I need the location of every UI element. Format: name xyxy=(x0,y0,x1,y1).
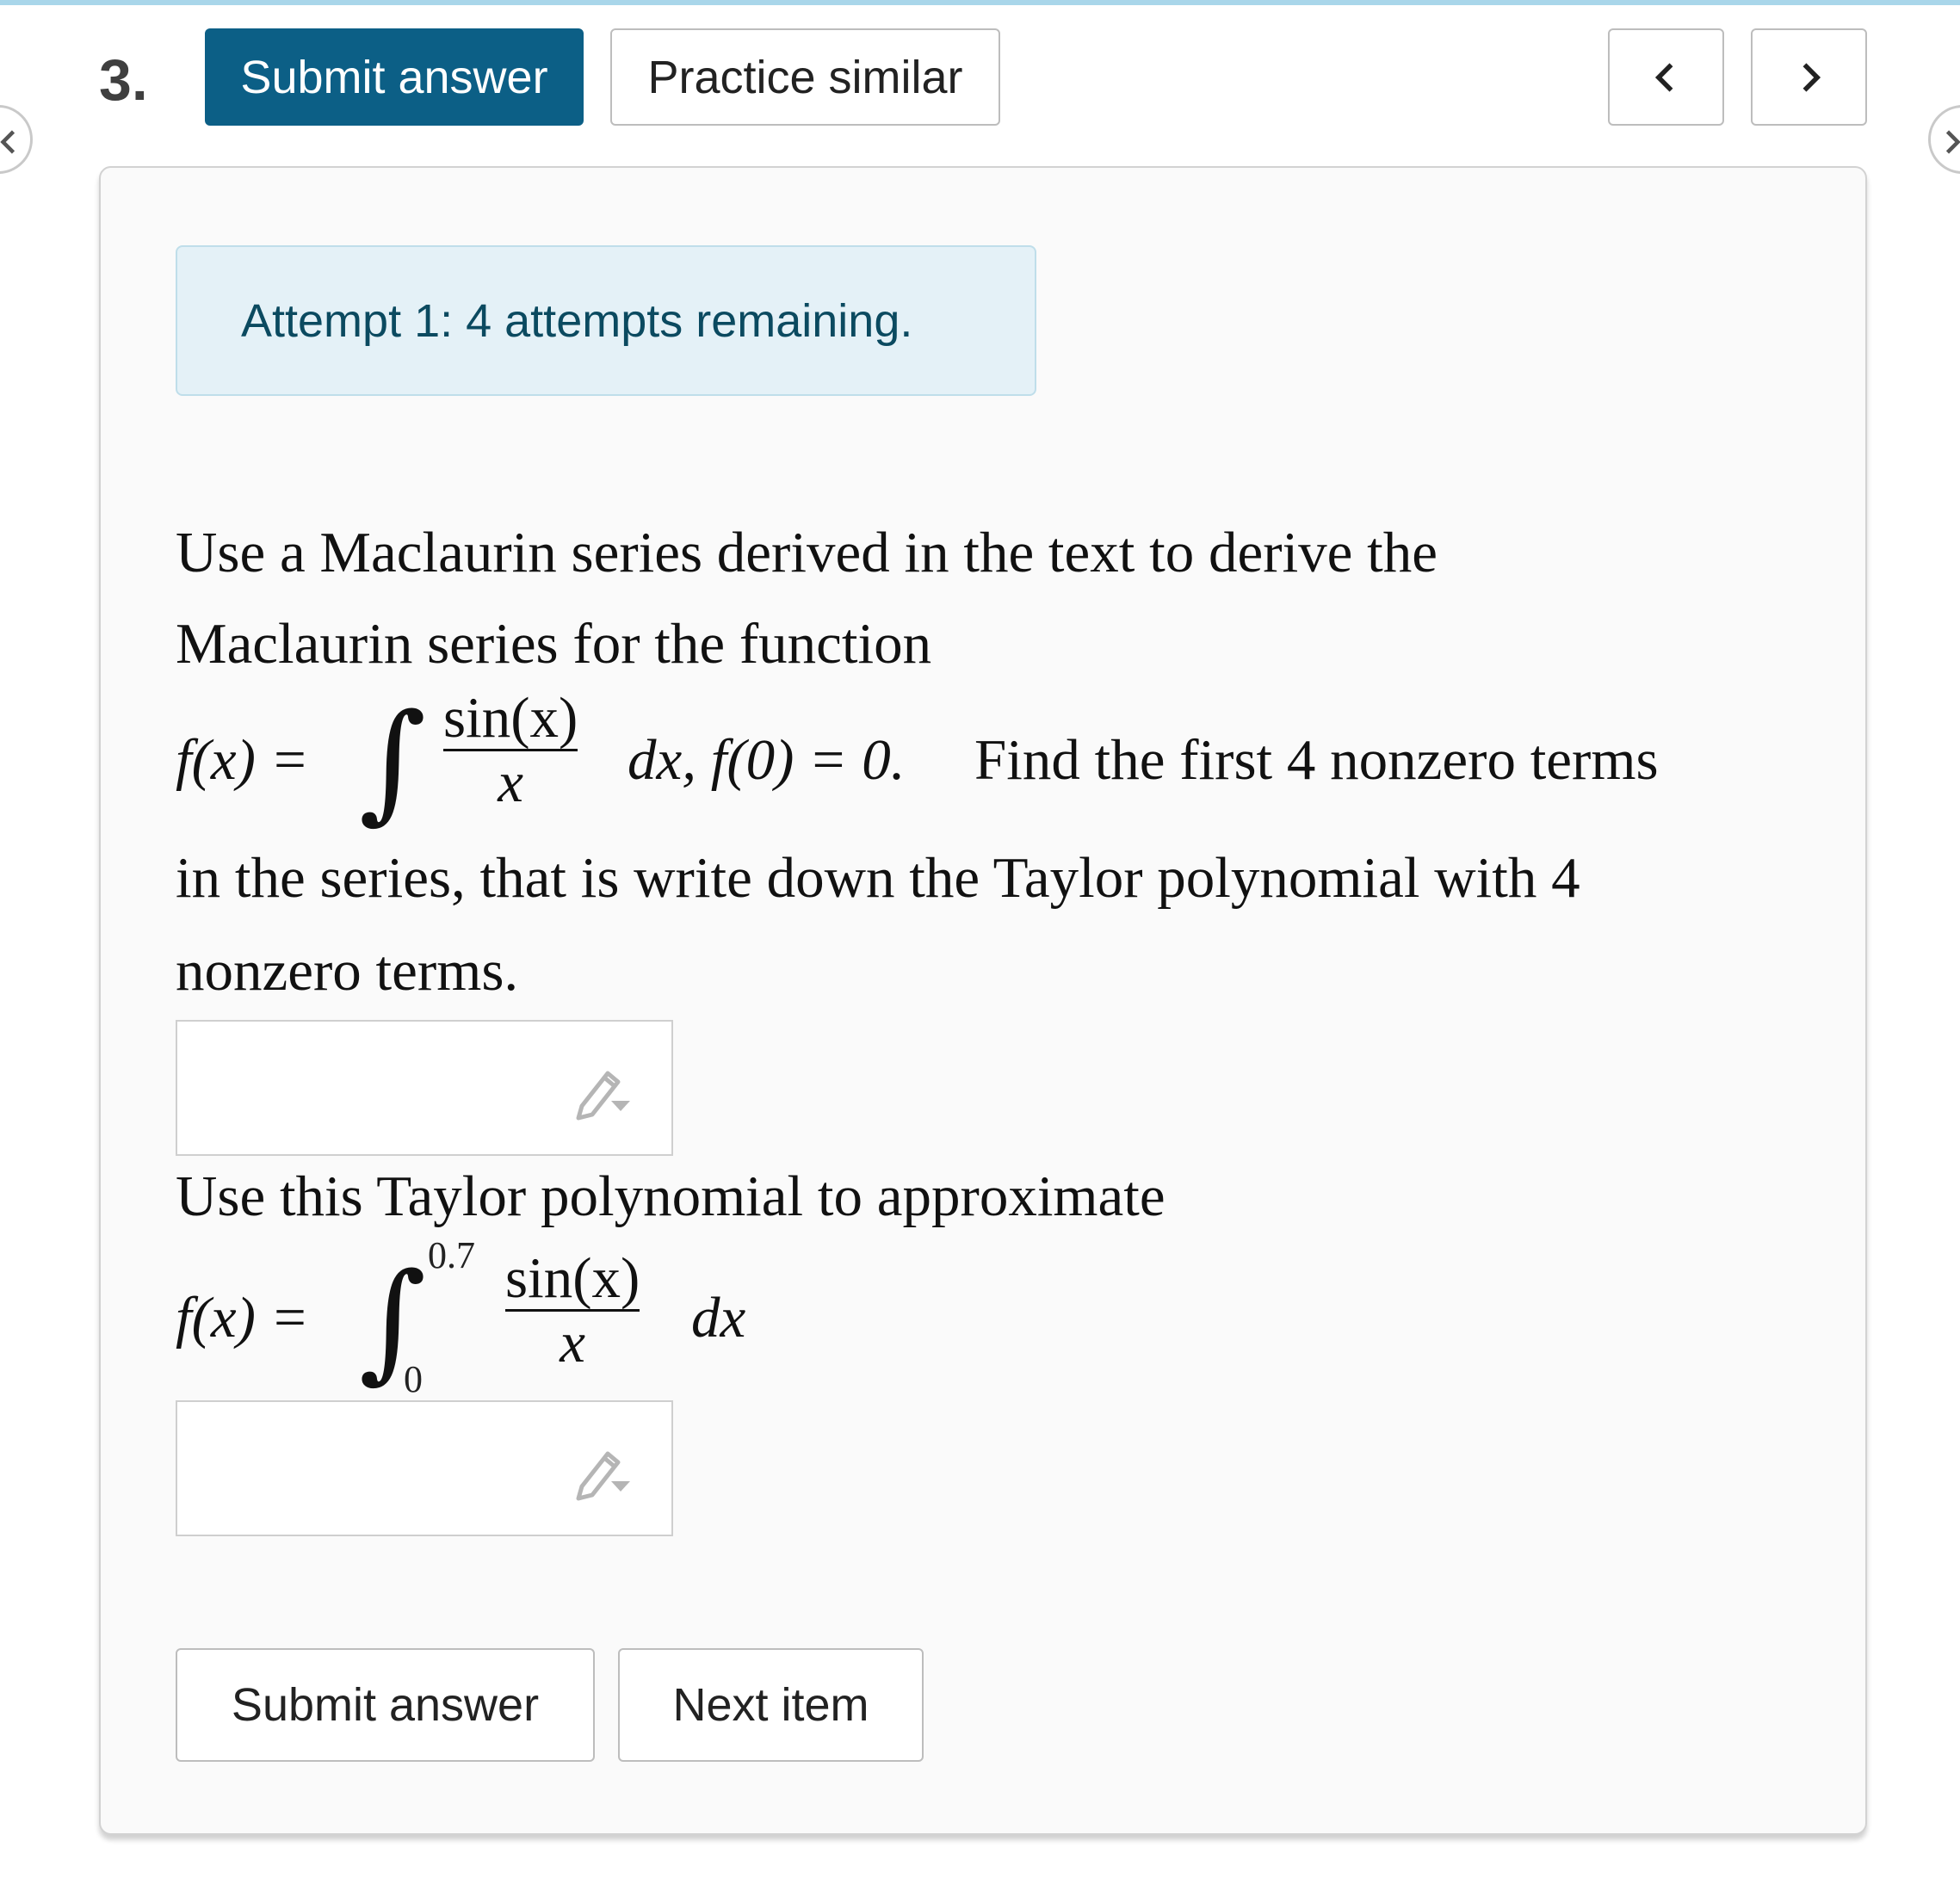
problem-text-line-4: in the series, that is write down the Ta… xyxy=(176,846,1580,910)
answer-field-1[interactable] xyxy=(176,1020,673,1156)
eq1-lhs: f(x) = xyxy=(176,728,309,792)
eq1-denominator: x xyxy=(498,751,524,814)
attempt-banner: Attempt 1: 4 attempts remaining. xyxy=(176,245,1036,396)
question-card: Attempt 1: 4 attempts remaining. Use a M… xyxy=(99,166,1867,1835)
side-nav-next[interactable] xyxy=(1928,105,1960,174)
eq2-fraction: sin(x) x xyxy=(505,1247,640,1374)
top-accent-line xyxy=(0,0,1960,5)
pencil-dropdown-icon[interactable] xyxy=(570,1061,639,1121)
chevron-right-icon xyxy=(1802,62,1821,92)
chevron-left-icon xyxy=(1654,62,1672,92)
eq1-numerator: sin(x) xyxy=(443,686,578,750)
submit-answer-button-top[interactable]: Submit answer xyxy=(205,28,584,126)
answer-field-2[interactable] xyxy=(176,1400,673,1536)
problem-text-line-5: nonzero terms. xyxy=(176,939,519,1003)
question-number: 3. xyxy=(99,47,148,113)
problem-text-line-6: Use this Taylor polynomial to approximat… xyxy=(176,1164,1165,1228)
attempt-banner-text: Attempt 1: 4 attempts remaining. xyxy=(241,294,913,347)
chevron-right-icon xyxy=(1945,130,1960,154)
next-item-button[interactable]: Next item xyxy=(618,1648,924,1762)
previous-question-button[interactable] xyxy=(1608,28,1724,126)
eq2-denominator: x xyxy=(560,1311,586,1374)
problem-text-line-2: Maclaurin series for the function xyxy=(176,612,932,676)
eq1-integral-sign: ∫ xyxy=(359,687,427,837)
eq2-tail: dx xyxy=(691,1286,746,1350)
practice-similar-button[interactable]: Practice similar xyxy=(610,28,1000,126)
eq2-upper-limit: 0.7 xyxy=(428,1234,475,1276)
side-nav-prev[interactable] xyxy=(0,105,33,174)
eq2-numerator: sin(x) xyxy=(505,1246,640,1310)
chevron-left-icon xyxy=(0,130,15,154)
eq1-tail: dx, f(0) = 0. xyxy=(628,728,906,792)
problem-text-line-1: Use a Maclaurin series derived in the te… xyxy=(176,521,1438,584)
eq1-tail-text: Find the first 4 nonzero terms xyxy=(974,728,1659,792)
submit-answer-button-bottom[interactable]: Submit answer xyxy=(176,1648,595,1762)
pencil-dropdown-icon[interactable] xyxy=(570,1442,639,1502)
eq2-lhs: f(x) = xyxy=(176,1286,309,1350)
eq1-fraction: sin(x) x xyxy=(443,687,578,813)
eq2-lower-limit: 0 xyxy=(404,1358,423,1400)
next-question-button[interactable] xyxy=(1751,28,1867,126)
